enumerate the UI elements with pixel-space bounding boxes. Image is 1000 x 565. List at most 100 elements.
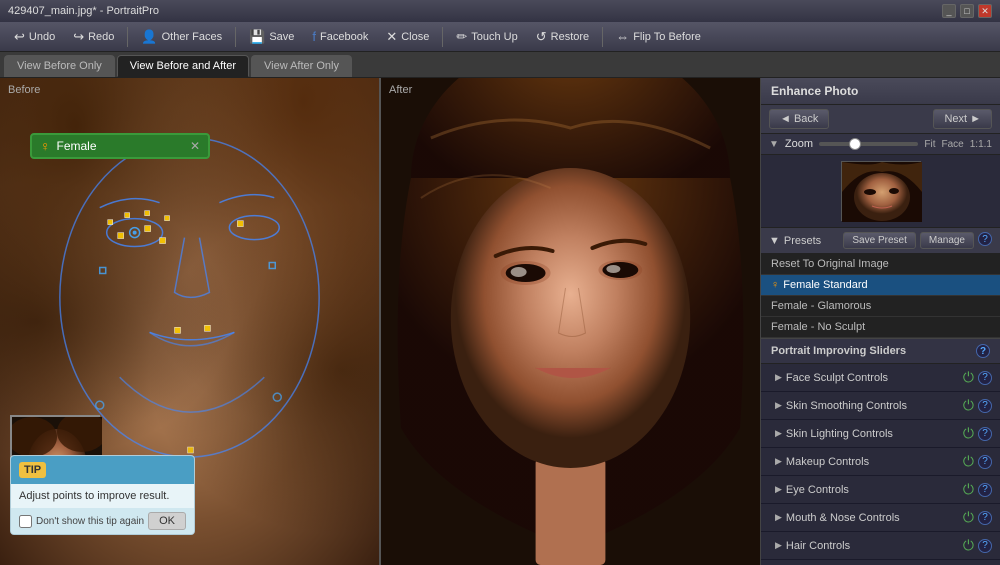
skin-lighting-help-button[interactable]: ?	[978, 427, 992, 441]
restore-button[interactable]: ↺ Restore	[528, 26, 597, 48]
save-preset-button[interactable]: Save Preset	[843, 232, 915, 249]
maximize-button[interactable]: □	[960, 4, 974, 18]
skin-smoothing-help-button[interactable]: ?	[978, 399, 992, 413]
toolbar: ↩ Undo ↪ Redo 👤 Other Faces 💾 Save f Fac…	[0, 22, 1000, 52]
slider-face-sculpt: ▶ Face Sculpt Controls ⏻ ?	[761, 364, 1000, 392]
hair-power-button[interactable]: ⏻	[963, 537, 974, 554]
manage-presets-button[interactable]: Manage	[920, 232, 974, 249]
face-sculpt-expand-icon[interactable]: ▶	[775, 372, 782, 383]
preset-item-female-standard[interactable]: ♀ Female Standard	[761, 275, 1000, 296]
preset-female-icon: ♀	[771, 279, 779, 291]
before-label: Before	[8, 84, 40, 96]
skin-smoothing-expand-icon[interactable]: ▶	[775, 400, 782, 411]
female-icon: ♀	[40, 138, 51, 154]
tab-before-after[interactable]: View Before and After	[117, 55, 249, 77]
save-icon: 💾	[249, 29, 265, 45]
tip-checkbox-label[interactable]: Don't show this tip again	[19, 515, 144, 528]
presets-help-icon[interactable]: ?	[978, 232, 992, 246]
sliders-section: Portrait Improving Sliders ? ▶ Face Scul…	[761, 339, 1000, 565]
flip-icon: ⇔	[616, 29, 629, 44]
after-panel: After	[381, 78, 760, 565]
tab-after-only[interactable]: View After Only	[251, 55, 352, 77]
thumb-preview-area	[761, 155, 1000, 228]
preset-item-reset[interactable]: Reset To Original Image	[761, 254, 1000, 275]
makeup-expand-icon[interactable]: ▶	[775, 456, 782, 467]
titlebar: 429407_main.jpg* - PortraitPro _ □ ✕	[0, 0, 1000, 22]
female-close-button[interactable]: ✕	[190, 139, 200, 153]
eye-label: Eye Controls	[786, 484, 849, 496]
back-button[interactable]: ◄ Back	[769, 109, 829, 129]
skin-smoothing-power-button[interactable]: ⏻	[963, 397, 974, 414]
face-sculpt-power-button[interactable]: ⏻	[963, 369, 974, 386]
face-sculpt-label: Face Sculpt Controls	[786, 372, 888, 384]
close-icon: ✕	[386, 29, 397, 45]
eye-power-button[interactable]: ⏻	[963, 481, 974, 498]
zoom-face-label[interactable]: Face	[942, 139, 964, 150]
makeup-help-button[interactable]: ?	[978, 455, 992, 469]
tip-ok-button[interactable]: OK	[148, 512, 186, 530]
mouth-nose-expand-icon[interactable]: ▶	[775, 512, 782, 523]
redo-button[interactable]: ↪ Redo	[65, 26, 122, 48]
window-controls[interactable]: _ □ ✕	[942, 4, 992, 18]
image-area: ♀ Female ✕	[0, 78, 760, 565]
next-button[interactable]: Next ►	[933, 109, 992, 129]
skin-lighting-power-button[interactable]: ⏻	[963, 425, 974, 442]
preset-item-glamorous[interactable]: Female - Glamorous	[761, 296, 1000, 317]
face-sculpt-help-button[interactable]: ?	[978, 371, 992, 385]
window-close-button[interactable]: ✕	[978, 4, 992, 18]
makeup-power-button[interactable]: ⏻	[963, 453, 974, 470]
redo-icon: ↪	[73, 29, 84, 45]
slider-skin-lighting: ▶ Skin Lighting Controls ⏻ ?	[761, 420, 1000, 448]
eye-expand-icon[interactable]: ▶	[775, 484, 782, 495]
close-button[interactable]: ✕ Close	[378, 26, 437, 48]
mouth-nose-label: Mouth & Nose Controls	[786, 512, 900, 524]
undo-icon: ↩	[14, 29, 25, 45]
other-faces-button[interactable]: 👤 Other Faces	[133, 26, 230, 48]
zoom-slider[interactable]	[819, 142, 918, 146]
thumbnail-preview	[841, 161, 921, 221]
slider-skin-smoothing: ▶ Skin Smoothing Controls ⏻ ?	[761, 392, 1000, 420]
skin-smoothing-label: Skin Smoothing Controls	[786, 400, 907, 412]
presets-text: Presets	[784, 235, 821, 247]
preview-svg	[842, 162, 922, 222]
titlebar-title: 429407_main.jpg* - PortraitPro	[8, 5, 159, 17]
slider-hair: ▶ Hair Controls ⏻ ?	[761, 532, 1000, 560]
tip-badge: TIP	[19, 462, 46, 478]
skin-lighting-label: Skin Lighting Controls	[786, 428, 893, 440]
before-image[interactable]: ♀ Female ✕	[0, 78, 379, 565]
zoom-thumb[interactable]	[849, 138, 861, 150]
presets-buttons: Save Preset Manage ?	[843, 232, 992, 249]
flip-button[interactable]: ⇔ Flip To Before	[608, 26, 709, 47]
save-button[interactable]: 💾 Save	[241, 26, 302, 48]
facebook-button[interactable]: f Facebook	[304, 26, 376, 47]
zoom-fit-label[interactable]: Fit	[924, 139, 935, 150]
main-content: ♀ Female ✕	[0, 78, 1000, 565]
tab-before-only[interactable]: View Before Only	[4, 55, 115, 77]
undo-button[interactable]: ↩ Undo	[6, 26, 63, 48]
female-text: Female	[57, 139, 97, 153]
after-image[interactable]	[381, 78, 760, 565]
hair-expand-icon[interactable]: ▶	[775, 540, 782, 551]
tip-checkbox[interactable]	[19, 515, 32, 528]
hair-help-button[interactable]: ?	[978, 539, 992, 553]
other-faces-icon: 👤	[141, 29, 157, 45]
restore-icon: ↺	[536, 29, 547, 45]
eye-help-button[interactable]: ?	[978, 483, 992, 497]
mouth-nose-help-button[interactable]: ?	[978, 511, 992, 525]
enhance-title: Enhance Photo	[771, 84, 858, 98]
presets-row: ▼ Presets Save Preset Manage ?	[761, 228, 1000, 254]
minimize-button[interactable]: _	[942, 4, 956, 18]
mouth-nose-power-button[interactable]: ⏻	[963, 509, 974, 526]
sliders-title: Portrait Improving Sliders	[771, 345, 906, 357]
tip-header: TIP	[11, 456, 194, 484]
sliders-help-icon[interactable]: ?	[976, 344, 990, 358]
touch-up-icon: ✏	[456, 29, 467, 45]
separator-3	[442, 27, 443, 47]
slider-skin-coloring: ▶ Skin Coloring Controls ⏻ ?	[761, 560, 1000, 565]
zoom-value: 1:1.1	[970, 139, 992, 150]
skin-lighting-expand-icon[interactable]: ▶	[775, 428, 782, 439]
preset-list: Reset To Original Image ♀ Female Standar…	[761, 254, 1000, 339]
preset-item-no-sculpt[interactable]: Female - No Sculpt	[761, 317, 1000, 338]
tip-box: TIP Adjust points to improve result. Don…	[10, 455, 195, 535]
touch-up-button[interactable]: ✏ Touch Up	[448, 26, 525, 48]
